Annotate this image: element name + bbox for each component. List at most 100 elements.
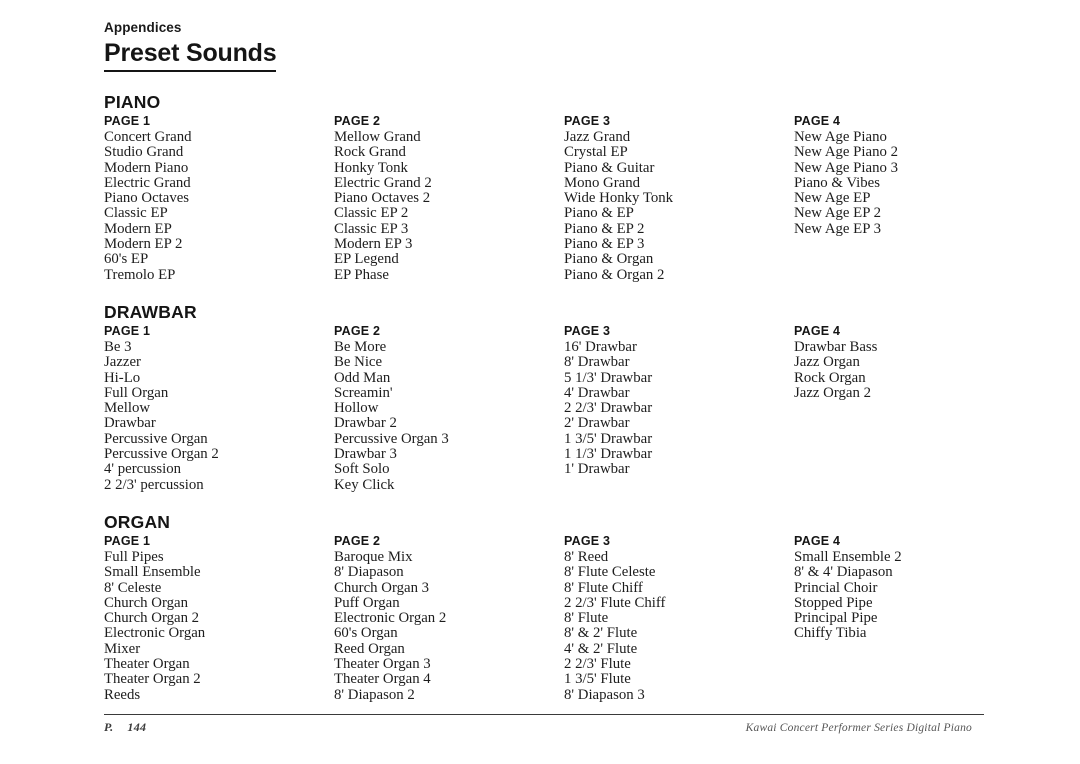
list-item: Theater Organ 2 xyxy=(104,671,201,688)
list-item: Be Nice xyxy=(334,354,383,371)
column-header: PAGE 2 xyxy=(334,533,381,548)
list-item: Full Organ xyxy=(104,384,169,401)
list-item: 1' Drawbar xyxy=(564,461,630,478)
column-header: PAGE 1 xyxy=(104,533,151,548)
list-item: 8' Diapason xyxy=(334,564,404,581)
section-title-drawbar: DRAWBAR xyxy=(104,301,197,322)
list-item: Studio Grand xyxy=(104,144,184,161)
list-item: 8' Flute xyxy=(564,610,609,627)
list-item: Mellow Grand xyxy=(334,129,421,145)
list-item: Tremolo EP xyxy=(104,266,176,283)
footer-row: P. 144 Kawai Concert Performer Series Dig… xyxy=(104,720,984,735)
footer-page-number: P. 144 xyxy=(104,720,146,735)
column-header: PAGE 3 xyxy=(564,323,611,338)
list-item: EP Legend xyxy=(334,251,399,268)
list-item: Screamin' xyxy=(334,384,393,401)
list-item: Electric Grand 2 xyxy=(334,174,432,191)
sound-column: PAGE 2 Mellow Grand Rock Grand Honky Ton… xyxy=(334,113,564,283)
list-item: Reed Organ xyxy=(334,640,405,657)
list-item: New Age Piano 2 xyxy=(794,144,898,161)
list-item: 2 2/3' percussion xyxy=(104,476,204,493)
footer-page-label: P. xyxy=(104,720,114,734)
sound-list: Baroque Mix 8' Diapason Church Organ 3 P… xyxy=(334,549,564,703)
list-item: 8' Celeste xyxy=(104,579,162,596)
sound-list: Mellow Grand Rock Grand Honky Tonk Elect… xyxy=(334,129,564,283)
list-item: Modern EP xyxy=(104,220,172,237)
list-item: Reeds xyxy=(104,686,141,703)
list-item: 1 1/3' Drawbar xyxy=(564,446,653,463)
list-item: 8' Reed xyxy=(564,548,609,565)
list-item: Full Pipes xyxy=(104,548,164,565)
list-item: Electronic Organ xyxy=(104,625,206,642)
list-item: Theater Organ 3 xyxy=(334,656,431,673)
list-item: Piano & EP 2 xyxy=(564,220,645,237)
sound-column: PAGE 2 Be More Be Nice Odd Man Screamin'… xyxy=(334,323,564,493)
list-item: Piano & EP xyxy=(564,205,634,222)
sound-list: New Age Piano New Age Piano 2 New Age Pi… xyxy=(794,129,1024,237)
list-item: Small Ensemble 2 xyxy=(794,548,902,565)
list-item: Mono Grand xyxy=(564,174,641,191)
sound-column: PAGE 1 Full Pipes Small Ensemble 8' Cele… xyxy=(104,533,334,703)
sound-column: PAGE 4 New Age Piano New Age Piano 2 New… xyxy=(794,113,1024,237)
list-item: Modern EP 3 xyxy=(334,236,413,253)
sound-list: Concert Grand Studio Grand Modern Piano … xyxy=(104,129,334,283)
sound-list: 8' Reed 8' Flute Celeste 8' Flute Chiff … xyxy=(564,548,794,703)
list-item: Percussive Organ xyxy=(104,430,208,447)
list-item: 5 1/3' Drawbar xyxy=(564,369,653,386)
section-columns-piano: PAGE 1 Concert Grand Studio Grand Modern… xyxy=(104,113,984,283)
list-item: 8' Diapason 2 xyxy=(334,686,415,703)
list-item: 8' Drawbar xyxy=(564,354,630,371)
sound-list: Jazz Grand Crystal EP Piano & Guitar Mon… xyxy=(564,129,794,283)
list-item: Modern EP 2 xyxy=(104,236,183,253)
list-item: Church Organ xyxy=(104,594,188,611)
list-item: Small Ensemble xyxy=(104,564,201,581)
sound-list: Full Pipes Small Ensemble 8' Celeste Chu… xyxy=(104,548,334,703)
list-item: Mixer xyxy=(104,640,141,657)
list-item: Jazzer xyxy=(104,354,141,371)
section-organ: ORGAN PAGE 1 Full Pipes Small Ensemble 8… xyxy=(104,512,984,703)
section-piano: PIANO PAGE 1 Concert Grand Studio Grand … xyxy=(104,92,984,283)
list-item: 2 2/3' Flute xyxy=(564,656,631,673)
list-item: Electric Grand xyxy=(104,174,191,191)
sound-column: PAGE 3 8' Reed 8' Flute Celeste 8' Flute… xyxy=(564,533,794,703)
column-header: PAGE 1 xyxy=(104,323,151,338)
list-item: Theater Organ xyxy=(104,656,190,673)
list-item: 8' Flute Chiff xyxy=(564,579,643,596)
list-item: Hollow xyxy=(334,400,379,417)
list-item: 1 3/5' Drawbar xyxy=(564,430,653,447)
list-item: 8' & 2' Flute xyxy=(564,625,638,642)
list-item: EP Phase xyxy=(334,266,389,283)
column-header: PAGE 3 xyxy=(564,533,611,548)
sound-column: PAGE 4 Small Ensemble 2 8' & 4' Diapason… xyxy=(794,533,1024,642)
list-item: Piano & Organ xyxy=(564,251,654,268)
sound-list: Be 3 Jazzer Hi-Lo Full Organ Mellow Draw… xyxy=(104,338,334,493)
list-item: Principal Pipe xyxy=(794,610,878,627)
list-item: Chiffy Tibia xyxy=(794,625,867,642)
breadcrumb: Appendices xyxy=(104,20,182,35)
list-item: Be 3 xyxy=(104,338,132,355)
page-title: Preset Sounds xyxy=(104,38,277,72)
list-item: Drawbar 2 xyxy=(334,415,397,432)
sound-list: 16' Drawbar 8' Drawbar 5 1/3' Drawbar 4'… xyxy=(564,338,794,478)
list-item: 16' Drawbar xyxy=(564,338,637,355)
sound-list: Small Ensemble 2 8' & 4' Diapason Princi… xyxy=(794,548,1024,642)
list-item: New Age EP 3 xyxy=(794,220,881,237)
list-item: Piano & Vibes xyxy=(794,174,880,191)
list-item: Piano & Organ 2 xyxy=(564,266,665,283)
list-item: Odd Man xyxy=(334,369,391,386)
list-item: Drawbar Bass xyxy=(794,338,878,355)
list-item: Princial Choir xyxy=(794,579,878,596)
list-item: 2 2/3' Drawbar xyxy=(564,400,653,417)
section-title-organ: ORGAN xyxy=(104,511,171,532)
sound-column: PAGE 3 Jazz Grand Crystal EP Piano & Gui… xyxy=(564,113,794,283)
list-item: Mellow xyxy=(104,400,151,417)
list-item: 60's Organ xyxy=(334,625,398,642)
list-item: Theater Organ 4 xyxy=(334,671,431,688)
list-item: Percussive Organ 3 xyxy=(334,430,449,447)
list-item: Wide Honky Tonk xyxy=(564,190,674,207)
list-item: Be More xyxy=(334,338,387,355)
list-item: New Age EP 2 xyxy=(794,205,881,222)
list-item: Piano Octaves 2 xyxy=(334,190,431,207)
document-page: Appendices Preset Sounds PIANO PAGE 1 Co… xyxy=(0,0,1080,764)
list-item: 2 2/3' Flute Chiff xyxy=(564,594,666,611)
